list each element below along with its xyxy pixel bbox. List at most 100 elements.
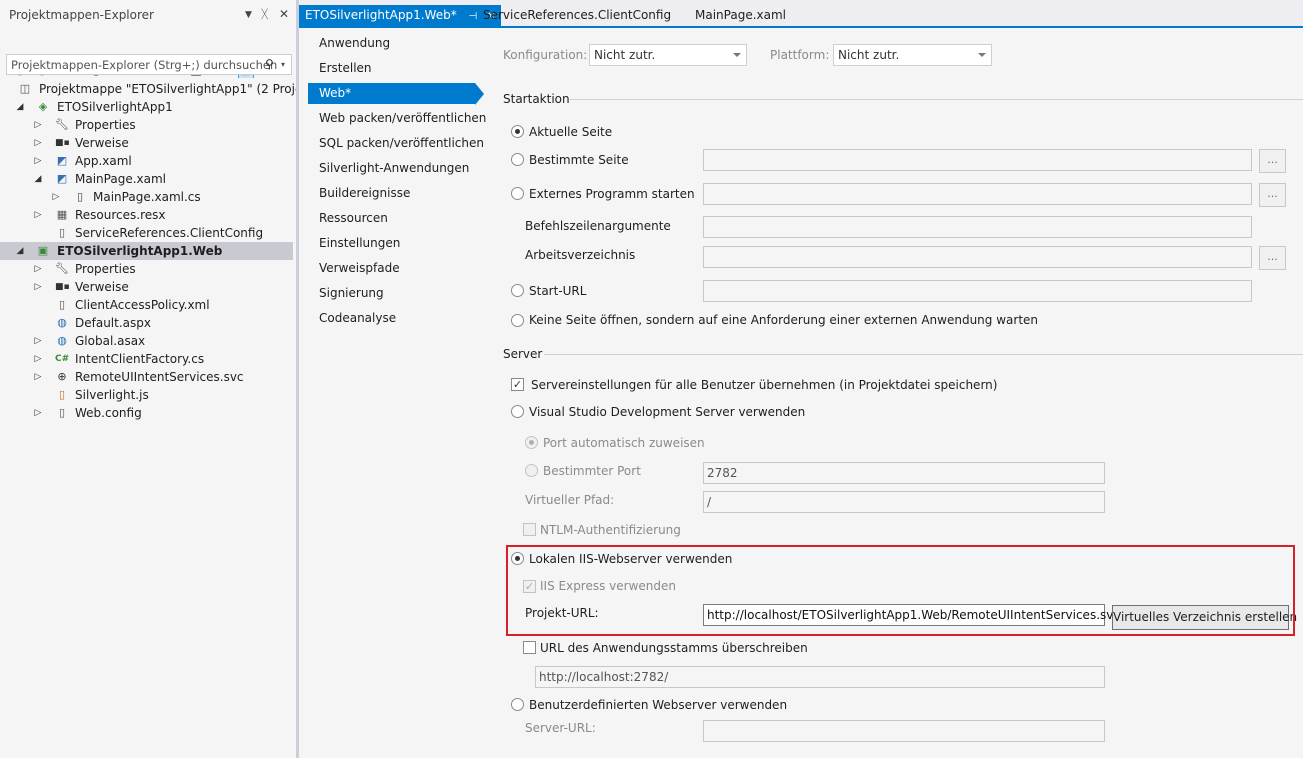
external-program-input[interactable] [703,183,1252,205]
working-dir-input[interactable] [703,246,1252,268]
collapsed-arrow-icon[interactable]: ▷ [51,188,61,206]
collapsed-arrow-icon[interactable]: ▷ [33,260,43,278]
nav-item-erstellen[interactable]: Erstellen [308,58,483,79]
asax-file-icon: ◍ [57,334,67,347]
server-url-input[interactable] [703,720,1105,742]
radio-custom-server[interactable] [511,698,524,711]
expanded-arrow-icon[interactable]: ◢ [15,98,25,116]
tree-item-label: MainPage.xaml [75,172,166,186]
radio-start-url[interactable] [511,284,524,297]
nav-item-buildereignisse[interactable]: Buildereignisse [308,183,483,204]
collapsed-arrow-icon[interactable]: ▷ [33,368,43,386]
radio-auto-port[interactable] [525,436,538,449]
tree-row[interactable]: ▷ ■▪ Verweise [0,134,293,152]
tree-row[interactable]: ◍ Default.aspx [0,314,293,332]
collapsed-arrow-icon[interactable]: ▷ [33,350,43,368]
nav-item-sql-packen[interactable]: SQL packen/veröffentlichen [308,133,484,154]
dropdown-icon[interactable]: ▼ [245,7,252,23]
radio-no-page[interactable] [511,314,524,327]
collapsed-arrow-icon[interactable]: ▷ [33,116,43,134]
nav-item-verweispfade[interactable]: Verweispfade [308,258,483,279]
expanded-arrow-icon[interactable]: ◢ [15,242,25,260]
pin-icon[interactable]: ⊣ [469,11,478,22]
tree-row[interactable]: ▷ ⊕ RemoteUIIntentServices.svc [0,368,293,386]
search-box[interactable]: Projektmappen-Explorer (Strg+;) durchsuc… [6,54,292,75]
checkbox-override-root[interactable] [523,641,536,654]
tree-row[interactable]: ▯ ClientAccessPolicy.xml [0,296,293,314]
tree-row[interactable]: ▷ 🔧︎ Properties [0,116,293,134]
tab-project-properties[interactable]: ETOSilverlightApp1.Web* ⊣ ✕ [299,5,502,26]
radio-specific-port[interactable] [525,464,538,477]
cmd-args-label: Befehlszeilenargumente [525,219,671,233]
xml-file-icon: ▯ [58,298,66,311]
cmd-args-input[interactable] [703,216,1252,238]
nav-item-codeanalyse[interactable]: Codeanalyse [308,308,483,329]
collapsed-arrow-icon[interactable]: ▷ [33,152,43,170]
browse-program-button[interactable]: ... [1259,183,1286,207]
js-file-icon: ▯ [58,388,66,401]
nav-item-signierung[interactable]: Signierung [308,283,483,304]
radio-specific-page[interactable] [511,153,524,166]
search-input[interactable]: Projektmappen-Explorer (Strg+;) durchsuc… [11,57,277,73]
tree-row[interactable]: ◢ ◩ MainPage.xaml [0,170,293,188]
pin-icon[interactable]: ᚷ [261,6,268,22]
virtual-path-input[interactable]: / [703,491,1105,513]
tab-serviceref-config[interactable]: ServiceReferences.ClientConfig [477,5,677,26]
xaml-file-icon: ◩ [56,172,68,185]
no-page-label: Keine Seite öffnen, sondern auf eine Anf… [529,313,1039,327]
nav-item-web-packen[interactable]: Web packen/veröffentlichen [308,108,486,129]
search-options-icon[interactable]: ▾ [281,57,285,73]
radio-vs-dev-server[interactable] [511,405,524,418]
tab-mainpage-xaml[interactable]: MainPage.xaml [689,5,792,26]
search-icon[interactable]: ⚲ [265,56,274,72]
tree-row[interactable]: ▷ ◍ Global.asax [0,332,293,350]
tree-row[interactable]: ▯ ServiceReferences.ClientConfig [0,224,293,242]
tree-item-label: Silverlight.js [75,388,149,402]
platform-select[interactable]: Nicht zutr. [833,44,992,66]
tree-row[interactable]: ▷ ■▪ Verweise [0,278,293,296]
port-input[interactable]: 2782 [703,462,1105,484]
collapsed-arrow-icon[interactable]: ▷ [33,278,43,296]
tree-row-selected[interactable]: ◢ ▣ ETOSilverlightApp1.Web [0,242,293,260]
collapsed-arrow-icon[interactable]: ▷ [33,404,43,422]
collapsed-arrow-icon[interactable]: ▷ [33,206,43,224]
nav-item-anwendung[interactable]: Anwendung [308,33,483,54]
collapsed-arrow-icon[interactable]: ▷ [33,332,43,350]
wrench-icon: 🔧︎ [55,118,69,131]
nav-item-web[interactable]: Web* [308,83,475,104]
configuration-select[interactable]: Nicht zutr. [589,44,747,66]
ntlm-label: NTLM-Authentifizierung [540,523,681,537]
tree-row[interactable]: ▷ ▦ Resources.resx [0,206,293,224]
expanded-arrow-icon[interactable]: ◢ [33,170,43,188]
tree-row[interactable]: ▯ Silverlight.js [0,386,293,404]
browse-page-button[interactable]: ... [1259,149,1286,173]
tree-row[interactable]: ▷ ▯ MainPage.xaml.cs [0,188,293,206]
external-program-label: Externes Programm starten [529,187,695,201]
tree-item-label: Global.asax [75,334,146,348]
resx-file-icon: ▦ [56,208,68,221]
radio-current-page[interactable] [511,125,524,138]
override-root-input[interactable]: http://localhost:2782/ [535,666,1105,688]
radio-external-program[interactable] [511,187,524,200]
nav-item-ressourcen[interactable]: Ressourcen [308,208,483,229]
tree-row[interactable]: ▷ C# IntentClientFactory.cs [0,350,293,368]
configuration-label: Konfiguration: [503,48,588,62]
tree-row[interactable]: ▷ 🔧︎ Properties [0,260,293,278]
tab-label: MainPage.xaml [695,8,786,22]
nav-item-einstellungen[interactable]: Einstellungen [308,233,483,254]
tree-item-label: ClientAccessPolicy.xml [75,298,210,312]
close-icon[interactable]: ✕ [279,6,289,22]
nav-item-silverlight[interactable]: Silverlight-Anwendungen [308,158,483,179]
tree-row[interactable]: ▷ ◩ App.xaml [0,152,293,170]
apply-all-users-label: Servereinstellungen für alle Benutzer üb… [531,378,998,392]
tree-row[interactable]: ◫ Projektmappe "ETOSilverlightApp1" (2 P… [0,80,326,98]
start-url-input[interactable] [703,280,1252,302]
collapsed-arrow-icon[interactable]: ▷ [33,134,43,152]
startaction-header: Startaktion [503,92,570,106]
checkbox-ntlm[interactable] [523,523,536,536]
browse-dir-button[interactable]: ... [1259,246,1286,270]
tree-row[interactable]: ▷ ▯ Web.config [0,404,293,422]
checkbox-apply-all-users[interactable]: ✓ [511,378,524,391]
specific-page-input[interactable] [703,149,1252,171]
tree-row[interactable]: ◢ ◈ ETOSilverlightApp1 [0,98,293,116]
